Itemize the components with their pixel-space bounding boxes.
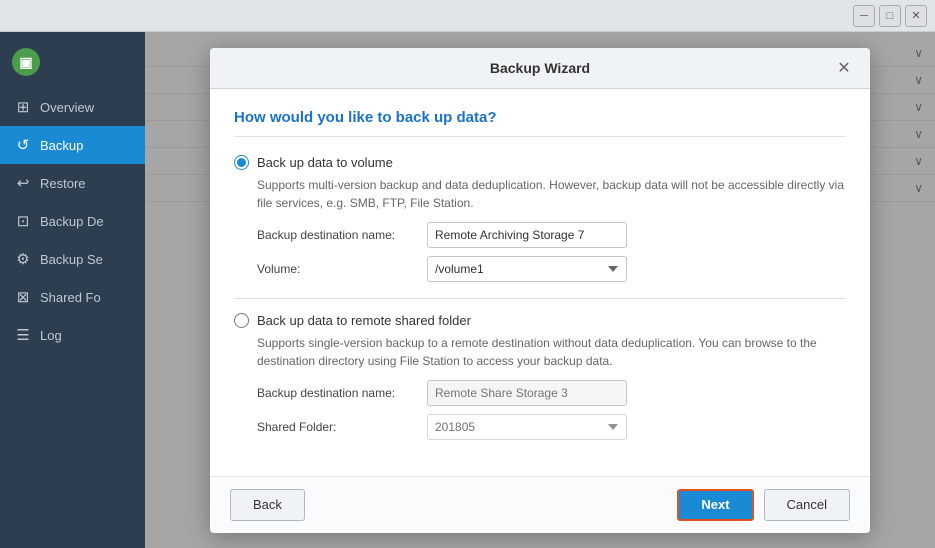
option-shared-header: Back up data to remote shared folder [234,313,846,328]
sidebar-item-backup-se[interactable]: ⚙ Backup Se [0,240,145,278]
option-volume-description: Supports multi-version backup and data d… [257,176,846,212]
app-logo: ▣ [0,40,145,88]
shared-fo-icon: ⊠ [14,288,32,306]
destination-name-label-1: Backup destination name: [257,228,417,242]
app-titlebar: ─ □ ✕ [0,0,935,32]
cancel-button[interactable]: Cancel [764,489,850,521]
back-button[interactable]: Back [230,489,305,521]
sidebar: ▣ ⊞ Overview ↺ Backup ↩ Restore ⊡ Backup… [0,32,145,548]
sidebar-item-overview[interactable]: ⊞ Overview [0,88,145,126]
shared-folder-field: Shared Folder: 201805 201806 201807 [257,414,846,440]
destination-name-field-2: Backup destination name: [257,380,846,406]
backup-wizard-modal: Backup Wizard ✕ How would you like to ba… [210,48,870,533]
option-shared-label: Back up data to remote shared folder [257,313,471,328]
backup-de-icon: ⊡ [14,212,32,230]
backup-icon: ↺ [14,136,32,154]
section-divider [234,298,846,299]
sidebar-item-restore[interactable]: ↩ Restore [0,164,145,202]
option-volume-label: Back up data to volume [257,155,393,170]
volume-field: Volume: /volume1 /volume2 /volume3 [257,256,846,282]
sidebar-item-shared-fo[interactable]: ⊠ Shared Fo [0,278,145,316]
sidebar-item-log-label: Log [40,328,62,343]
option-volume-section: Back up data to volume Supports multi-ve… [234,155,846,282]
modal-header: Backup Wizard ✕ [210,48,870,89]
modal-footer: Back Next Cancel [210,476,870,533]
main-content: ∨ ∨ ∨ ∨ ∨ ∨ [145,32,935,548]
modal-title: Backup Wizard [246,60,834,76]
volume-label: Volume: [257,262,417,276]
option-shared-section: Back up data to remote shared folder Sup… [234,313,846,440]
option-shared-description: Supports single-version backup to a remo… [257,334,846,370]
shared-folder-select[interactable]: 201805 201806 201807 [427,414,627,440]
log-icon: ☰ [14,326,32,344]
minimize-button[interactable]: ─ [853,5,875,27]
sidebar-item-backup[interactable]: ↺ Backup [0,126,145,164]
modal-overlay: Backup Wizard ✕ How would you like to ba… [145,32,935,548]
option-volume-header: Back up data to volume [234,155,846,170]
close-button[interactable]: ✕ [905,5,927,27]
sidebar-item-backup-de[interactable]: ⊡ Backup De [0,202,145,240]
sidebar-item-backup-de-label: Backup De [40,214,104,229]
modal-close-button[interactable]: ✕ [834,58,854,78]
sidebar-item-overview-label: Overview [40,100,94,115]
option-volume-radio[interactable] [234,155,249,170]
logo-icon: ▣ [12,48,40,76]
footer-right-buttons: Next Cancel [677,489,850,521]
option-shared-radio[interactable] [234,313,249,328]
destination-name-label-2: Backup destination name: [257,386,417,400]
sidebar-item-restore-label: Restore [40,176,86,191]
shared-folder-label: Shared Folder: [257,420,417,434]
volume-select[interactable]: /volume1 /volume2 /volume3 [427,256,627,282]
destination-name-field-1: Backup destination name: [257,222,846,248]
app-window: ─ □ ✕ ▣ ⊞ Overview ↺ Backup ↩ Restore ⊡ [0,0,935,548]
next-button[interactable]: Next [677,489,753,521]
sidebar-item-backup-label: Backup [40,138,83,153]
maximize-button[interactable]: □ [879,5,901,27]
app-body: ▣ ⊞ Overview ↺ Backup ↩ Restore ⊡ Backup… [0,32,935,548]
overview-icon: ⊞ [14,98,32,116]
destination-name-input-1[interactable] [427,222,627,248]
sidebar-item-shared-fo-label: Shared Fo [40,290,101,305]
modal-body: How would you like to back up data? Back… [210,89,870,476]
sidebar-item-log[interactable]: ☰ Log [0,316,145,354]
modal-question: How would you like to back up data? [234,109,846,137]
destination-name-input-2[interactable] [427,380,627,406]
sidebar-item-backup-se-label: Backup Se [40,252,103,267]
backup-se-icon: ⚙ [14,250,32,268]
restore-icon: ↩ [14,174,32,192]
